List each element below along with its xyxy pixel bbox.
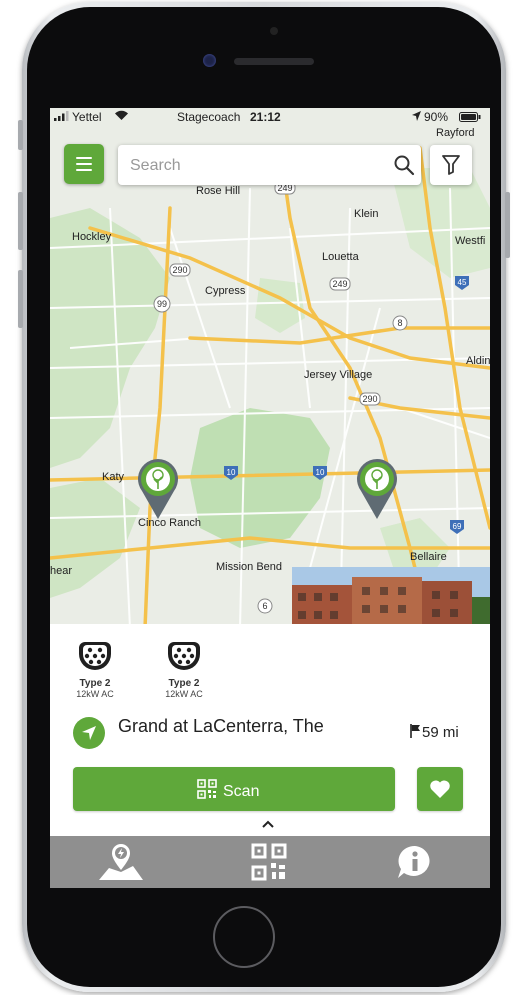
filter-icon bbox=[442, 155, 460, 175]
svg-text:Katy: Katy bbox=[102, 471, 125, 483]
navigate-button[interactable] bbox=[73, 717, 105, 749]
scan-button[interactable]: Scan bbox=[73, 767, 395, 811]
connector-item[interactable]: Type 2 12kW AC bbox=[154, 636, 214, 699]
clock: 21:12 bbox=[250, 110, 281, 124]
info-icon bbox=[398, 845, 430, 878]
navigation-arrow-icon bbox=[82, 726, 96, 740]
filter-button[interactable] bbox=[430, 145, 472, 185]
mute-switch bbox=[18, 120, 23, 150]
connector-item[interactable]: Type 2 12kW AC bbox=[65, 636, 125, 699]
qr-code-icon bbox=[197, 779, 217, 799]
type2-socket-icon bbox=[79, 642, 111, 670]
carrier-name: Yettel bbox=[72, 110, 102, 124]
bottom-tab-bar bbox=[50, 836, 490, 888]
connector-power: 12kW AC bbox=[165, 689, 203, 699]
tab-map[interactable] bbox=[50, 836, 196, 888]
svg-text:Rayford: Rayford bbox=[436, 127, 475, 139]
svg-text:8: 8 bbox=[397, 318, 402, 328]
app-screen: 249 290 249 99 8 290 10 10 45 69 6 Rayfo… bbox=[50, 108, 490, 888]
power-button bbox=[505, 192, 510, 258]
connector-type: Type 2 bbox=[79, 678, 111, 689]
station-name: Grand at LaCenterra, The bbox=[118, 716, 324, 736]
svg-text:290: 290 bbox=[172, 265, 187, 275]
svg-text:10: 10 bbox=[316, 468, 325, 477]
svg-text:Bellaire: Bellaire bbox=[410, 551, 447, 563]
earpiece-speaker bbox=[234, 58, 314, 65]
svg-text:69: 69 bbox=[453, 522, 462, 531]
svg-text:Klein: Klein bbox=[354, 208, 378, 220]
svg-text:Louetta: Louetta bbox=[322, 251, 360, 263]
volume-down-button bbox=[18, 270, 23, 328]
svg-text:290: 290 bbox=[362, 394, 377, 404]
tab-scan[interactable] bbox=[196, 836, 342, 888]
menu-button[interactable] bbox=[64, 144, 104, 184]
map-charger-icon bbox=[99, 844, 143, 880]
wifi-icon bbox=[114, 110, 129, 124]
search-input[interactable] bbox=[128, 154, 382, 178]
svg-text:Cypress: Cypress bbox=[205, 285, 246, 297]
chevron-up-icon[interactable] bbox=[261, 820, 275, 829]
station-detail-sheet: Type 2 12kW AC Type 2 12kW AC Grand at L… bbox=[50, 624, 490, 836]
svg-text:Aldin: Aldin bbox=[466, 355, 490, 367]
svg-text:10: 10 bbox=[227, 468, 236, 477]
svg-text:249: 249 bbox=[332, 279, 347, 289]
svg-text:hear: hear bbox=[50, 565, 72, 577]
svg-text:99: 99 bbox=[157, 299, 167, 309]
scan-label: Scan bbox=[223, 783, 260, 800]
svg-text:Hockley: Hockley bbox=[72, 231, 112, 243]
location-name: Stagecoach bbox=[177, 110, 241, 124]
svg-text:Rose Hill: Rose Hill bbox=[196, 185, 240, 197]
battery-percent: 90% bbox=[424, 110, 449, 124]
distance-readout: 59 mi bbox=[410, 724, 459, 741]
heart-icon bbox=[430, 780, 450, 798]
battery-icon bbox=[459, 111, 481, 125]
volume-up-button bbox=[18, 192, 23, 250]
svg-text:Westfi: Westfi bbox=[455, 235, 485, 247]
svg-text:45: 45 bbox=[458, 278, 467, 287]
signal-icon bbox=[54, 110, 70, 124]
front-camera bbox=[203, 54, 216, 67]
map-view[interactable]: 249 290 249 99 8 290 10 10 45 69 6 Rayfo… bbox=[50, 108, 490, 628]
status-bar: Yettel Stagecoach 21:12 90% bbox=[50, 108, 490, 125]
svg-text:Jersey Village: Jersey Village bbox=[304, 369, 372, 381]
flag-icon bbox=[410, 724, 420, 738]
charger-pin[interactable] bbox=[356, 459, 398, 521]
location-arrow-icon bbox=[412, 110, 421, 124]
connector-power: 12kW AC bbox=[76, 689, 114, 699]
tab-info[interactable] bbox=[342, 836, 488, 888]
svg-text:Mission Bend: Mission Bend bbox=[216, 561, 282, 573]
home-button[interactable] bbox=[213, 906, 275, 968]
proximity-sensor bbox=[270, 27, 278, 35]
search-bar bbox=[118, 145, 421, 185]
distance-value: 59 mi bbox=[422, 724, 459, 741]
search-icon[interactable] bbox=[393, 154, 415, 176]
connector-type: Type 2 bbox=[168, 678, 200, 689]
qr-code-icon bbox=[251, 843, 287, 881]
type2-socket-icon bbox=[168, 642, 200, 670]
svg-text:6: 6 bbox=[262, 601, 267, 611]
charger-pin[interactable] bbox=[137, 459, 179, 521]
favorite-button[interactable] bbox=[417, 767, 463, 811]
